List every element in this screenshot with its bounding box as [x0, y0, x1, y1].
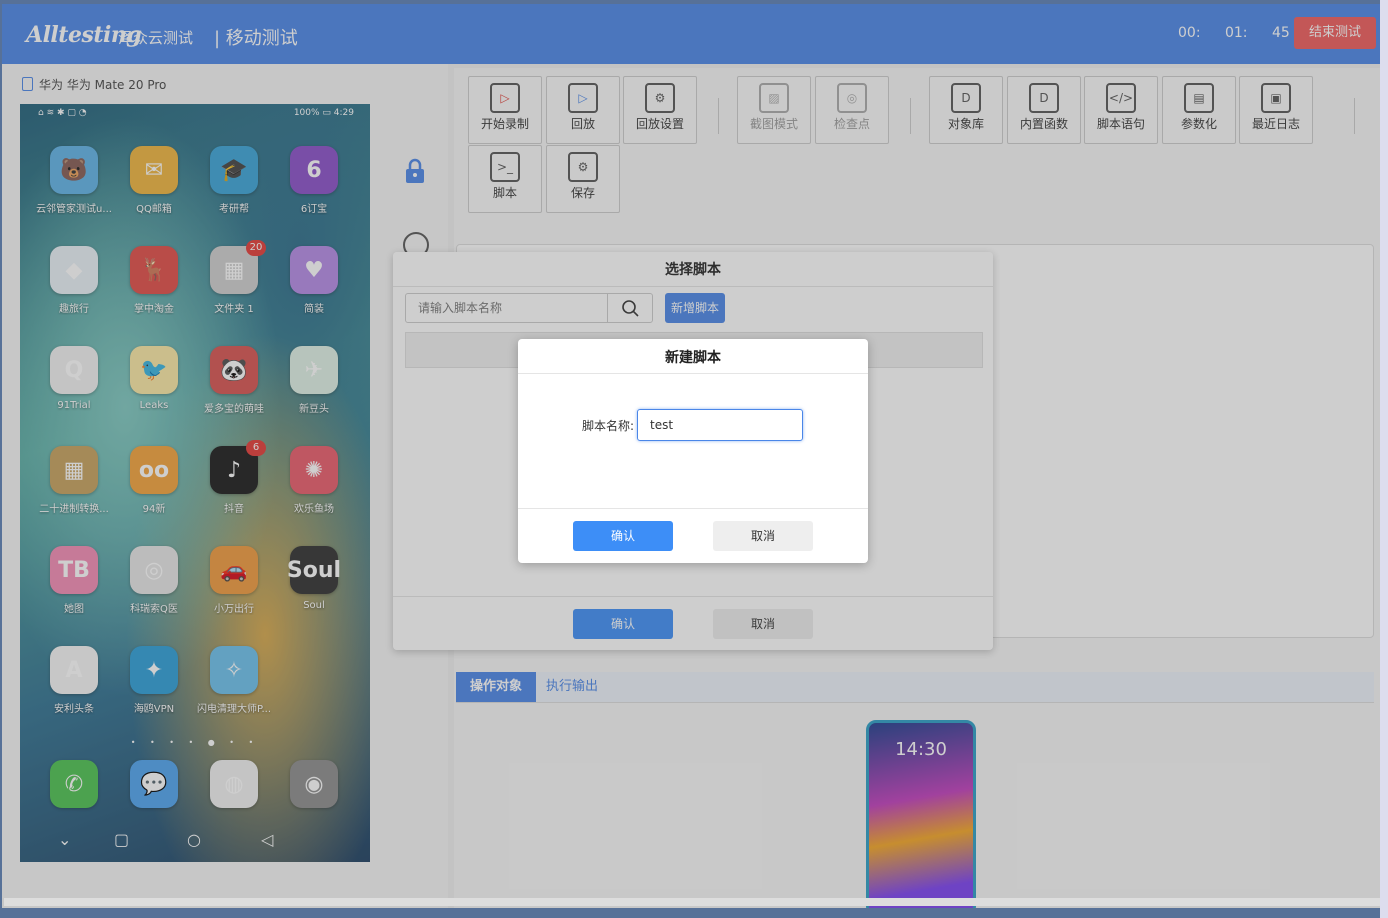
- script-name-field: [637, 409, 803, 441]
- vertical-scrollbar[interactable]: [1380, 0, 1388, 918]
- new-dialog-footer: 确认 取消: [518, 508, 868, 564]
- new-script-title: 新建脚本: [518, 339, 868, 374]
- new-script-dialog: 新建脚本 脚本名称: 确认 取消: [518, 339, 868, 563]
- new-cancel-button[interactable]: 取消: [713, 521, 813, 551]
- script-name-label: 脚本名称:: [582, 419, 635, 433]
- script-name-input[interactable]: [648, 417, 792, 433]
- horizontal-scrollbar[interactable]: [4, 898, 1380, 906]
- new-confirm-button[interactable]: 确认: [573, 521, 673, 551]
